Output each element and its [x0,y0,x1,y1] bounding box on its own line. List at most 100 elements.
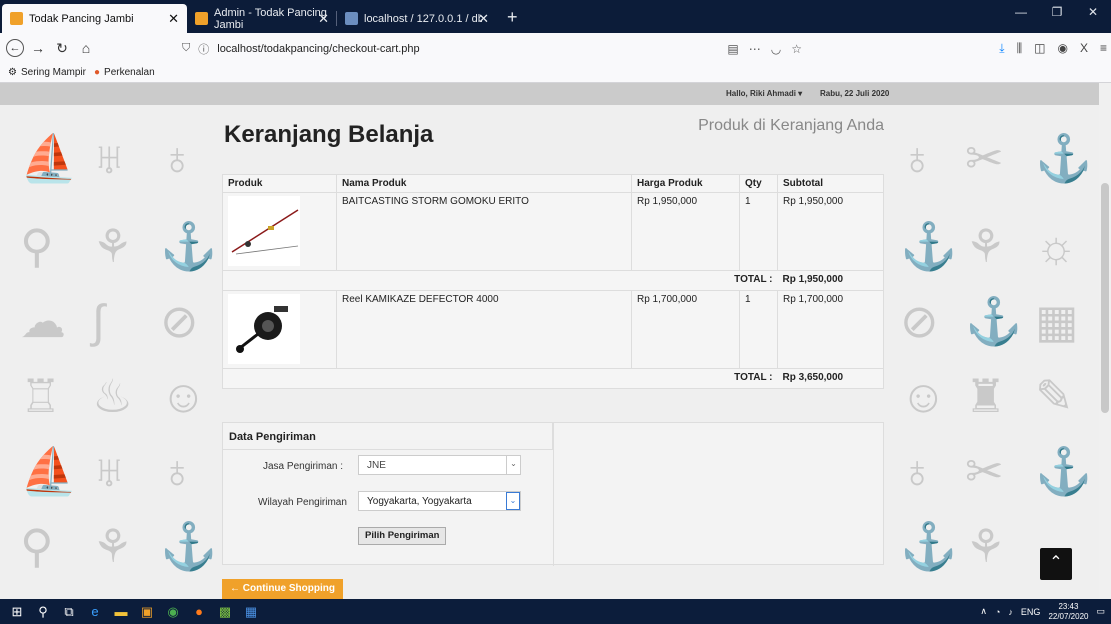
fishing-reel-icon[interactable] [228,294,300,364]
home-icon[interactable]: ⌂ [76,40,96,56]
bookmark-label: Perkenalan [104,67,155,78]
close-window-icon[interactable]: ✕ [1075,0,1111,24]
boat-icon: ⛵ [20,445,78,497]
chrome-icon[interactable]: ◉ [160,599,186,624]
address-bar[interactable]: ⛉ ⓘ localhost/todakpancing/checkout-cart… [182,38,802,59]
tab-phpmyadmin[interactable]: localhost / 127.0.0.1 / db_todak ✕ [337,4,497,33]
continue-shopping-button[interactable]: ← Continue Shopping [222,579,343,599]
fishing-rod-pattern-icon: ⚲ [20,220,54,272]
task-view-icon[interactable]: ⧉ [56,599,82,624]
edge-icon[interactable]: e [82,599,108,624]
windows-start-icon[interactable]: ⊞ [4,599,30,624]
chevron-down-icon: ⌄ [506,456,520,474]
double-chevron-up-icon: ⌃ [1049,554,1063,571]
tab-title: localhost / 127.0.0.1 / db_todak [364,12,482,25]
product-name: BAITCASTING STORM GOMOKU ERITO [336,192,632,271]
download-icon[interactable]: ⤓ [999,41,1004,56]
user-menu[interactable]: Hallo, Riki Ahmadi ▾ [726,89,802,98]
region-value: Yogyakarta, Yogyakarta [367,496,472,507]
volume-icon[interactable]: ♪ [1008,607,1013,617]
clock-time: 23:43 [1058,601,1079,611]
column-header: Qty [739,174,778,193]
float-icon: ♁ [160,132,195,184]
network-icon[interactable]: ◔ [995,607,1000,617]
scrollbar-thumb[interactable] [1101,183,1109,413]
fishing-rod-pattern-icon: ⚲ [20,520,54,572]
close-tab-icon[interactable]: ✕ [478,11,489,27]
sidebar-icon[interactable]: ◫ [1034,41,1045,56]
fishing-rod-icon[interactable] [228,196,300,266]
dreamweaver-icon[interactable]: ▩ [212,599,238,624]
float-icon: ♁ [900,132,935,184]
page-scrollbar[interactable] [1099,83,1111,599]
fisherman-icon: ☺ [900,370,947,422]
float-icon: ♁ [160,445,195,497]
shipping-heading: Data Pengiriman [223,423,553,450]
region-select[interactable]: Yogyakarta, Yogyakarta ⌄ [358,491,521,511]
chevron-up-icon[interactable]: ∧ [980,606,987,617]
account-icon[interactable]: ◉ [1057,41,1067,56]
site-favicon-icon [10,12,23,25]
scroll-to-top-button[interactable]: ⌃ [1040,548,1072,580]
shield-icon: ⛉ [182,42,191,54]
phpmyadmin-favicon-icon [345,12,358,25]
tab-admin[interactable]: Admin - Todak Pancing Jambi ✕ [187,4,337,33]
page-subtitle: Produk di Keranjang Anda [698,117,884,134]
fish-icon: ⚓ [900,520,958,572]
fisherman-icon: ☺ [160,370,207,422]
windows-taskbar: ⊞ ⚲ ⧉ e ▬ ▣ ◉ ● ▩ ▦ ∧ ◔ ♪ ENG 23:43 22/0… [0,599,1111,624]
browser-navigation-bar: ← → ↻ ⌂ ⛉ ⓘ localhost/todakpancing/check… [0,33,1111,63]
choose-shipping-button[interactable]: Pilih Pengiriman [358,527,447,545]
boots-icon: ♜ [965,370,1007,422]
notification-icon[interactable]: ▭ [1096,606,1105,617]
product-image-cell [222,192,337,271]
firefox-icon: ● [94,67,101,78]
search-icon[interactable]: ⚲ [30,599,56,624]
shipping-divider [553,423,554,566]
reader-view-icon[interactable]: ▤ [727,42,738,56]
word-icon[interactable]: ▦ [238,599,264,624]
reload-icon[interactable]: ↻ [52,40,72,57]
pocket-icon[interactable]: ◡ [771,42,781,56]
grand-total-row: TOTAL : Rp 3,650,000 [222,368,884,389]
chevron-down-icon: ⌄ [506,492,520,510]
library-icon[interactable]: ⫼ [1017,41,1023,56]
window-controls: — ❐ ✕ [1003,0,1111,24]
restore-icon[interactable]: ❐ [1039,0,1075,24]
bobber-icon: ⚘ [92,220,134,272]
firefox-icon[interactable]: ● [186,599,212,624]
bookmark-star-icon[interactable]: ☆ [791,42,802,56]
page-title: Keranjang Belanja [224,121,434,148]
url-text: localhost/todakpancing/checkout-cart.php [217,42,420,55]
menu-icon[interactable]: ≡ [1100,41,1107,56]
product-subtotal: Rp 1,700,000 [777,290,884,369]
shipping-form: Data Pengiriman Jasa Pengiriman : JNE ⌄ … [222,422,884,566]
courier-select[interactable]: JNE ⌄ [358,455,521,475]
fish-icon: ⚓ [900,220,958,272]
total-value: Rp 3,650,000 [777,368,884,389]
tab-todak-pancing[interactable]: Todak Pancing Jambi ✕ [2,4,187,33]
close-tab-icon[interactable]: ✕ [318,11,329,27]
hook-icon: ⚓ [965,295,1023,347]
product-qty: 1 [739,290,778,369]
clock[interactable]: 23:43 22/07/2020 [1048,602,1088,622]
file-explorer-icon[interactable]: ▬ [108,599,134,624]
cloud-icon: ☁ [20,295,66,347]
column-header: Subtotal [777,174,884,193]
xampp-icon[interactable]: ▣ [134,599,160,624]
fish-icon: ⚓ [160,520,218,572]
bookmark-sering-mampir[interactable]: ⚙ Sering Mampir [8,67,86,78]
language-indicator[interactable]: ENG [1021,607,1041,617]
bookmark-perkenalan[interactable]: ● Perkenalan [94,67,155,78]
greeting-text: Hallo, Riki Ahmadi [726,89,796,98]
minimize-icon[interactable]: — [1003,0,1039,24]
tab-title: Admin - Todak Pancing Jambi [214,6,327,31]
new-tab-button[interactable]: + [497,4,528,33]
extension-icon[interactable]: X [1080,41,1088,56]
forward-arrow-icon[interactable]: → [28,40,48,56]
close-tab-icon[interactable]: ✕ [168,11,179,27]
float-icon: ♁ [900,445,935,497]
back-arrow-icon[interactable]: ← [6,39,24,57]
net-icon: ⊘ [900,295,939,347]
page-actions-icon[interactable]: ⋯ [749,42,761,56]
